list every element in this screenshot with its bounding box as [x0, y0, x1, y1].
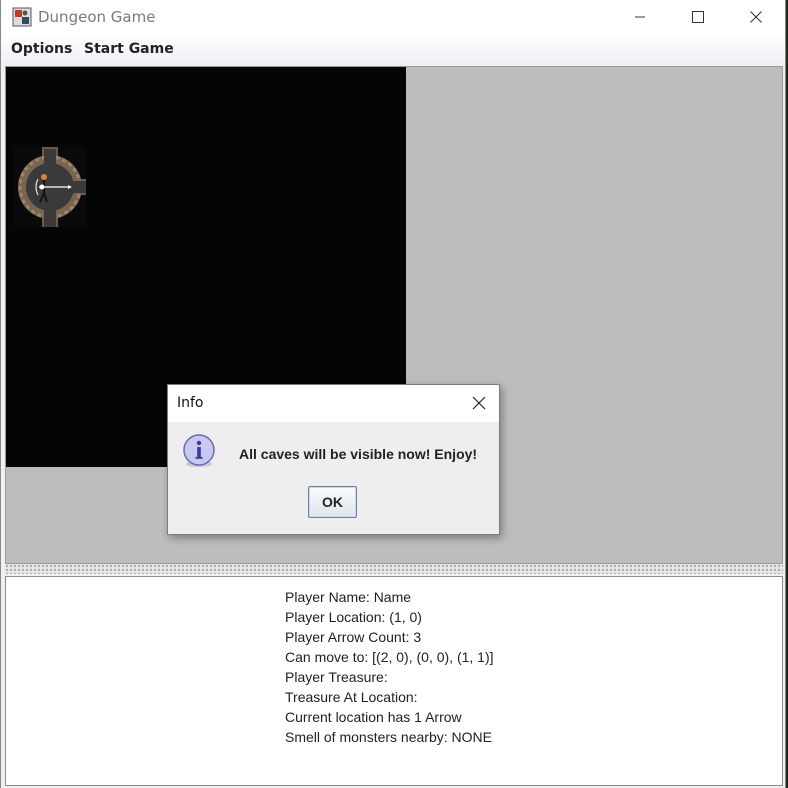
- dialog-title-bar[interactable]: Info: [168, 385, 499, 422]
- maximize-button[interactable]: [669, 0, 727, 34]
- dialog-title: Info: [177, 395, 204, 411]
- player-name: Player Name: Name: [285, 589, 412, 605]
- location-arrows: Current location has 1 Arrow: [285, 709, 462, 725]
- maximize-icon: [692, 11, 704, 23]
- app-icon: [12, 7, 32, 27]
- treasure-at-location: Treasure At Location:: [285, 689, 418, 705]
- monster-smell: Smell of monsters nearby: NONE: [285, 729, 492, 745]
- menu-options[interactable]: Options: [11, 41, 72, 57]
- possible-moves: Can move to: [(2, 0), (0, 0), (1, 1)]: [285, 649, 494, 665]
- menu-start-game[interactable]: Start Game: [84, 41, 174, 57]
- player-treasure: Player Treasure:: [285, 669, 388, 685]
- minimize-button[interactable]: [611, 0, 669, 34]
- minimize-icon: [635, 16, 645, 18]
- info-dialog: Info All caves will be visible now! Enjo…: [167, 384, 500, 535]
- info-icon: [183, 434, 215, 467]
- window-title: Dungeon Game: [38, 8, 156, 26]
- split-pane-divider[interactable]: [5, 564, 783, 574]
- ok-button[interactable]: OK: [308, 486, 357, 518]
- cave-tile-player: [14, 147, 86, 227]
- close-icon: [472, 396, 486, 410]
- title-bar[interactable]: Dungeon Game: [1, 0, 785, 34]
- player-info-panel: Player Name: Name Player Location: (1, 0…: [5, 576, 783, 786]
- close-icon: [750, 11, 762, 23]
- dialog-message: All caves will be visible now! Enjoy!: [239, 446, 478, 462]
- app-window: Dungeon Game Options Start Game Player N…: [0, 0, 786, 788]
- close-button[interactable]: [727, 0, 785, 34]
- player-location: Player Location: (1, 0): [285, 609, 422, 625]
- dialog-close-button[interactable]: [467, 391, 491, 415]
- player-arrow-count: Player Arrow Count: 3: [285, 629, 422, 645]
- menu-bar: Options Start Game: [1, 34, 785, 64]
